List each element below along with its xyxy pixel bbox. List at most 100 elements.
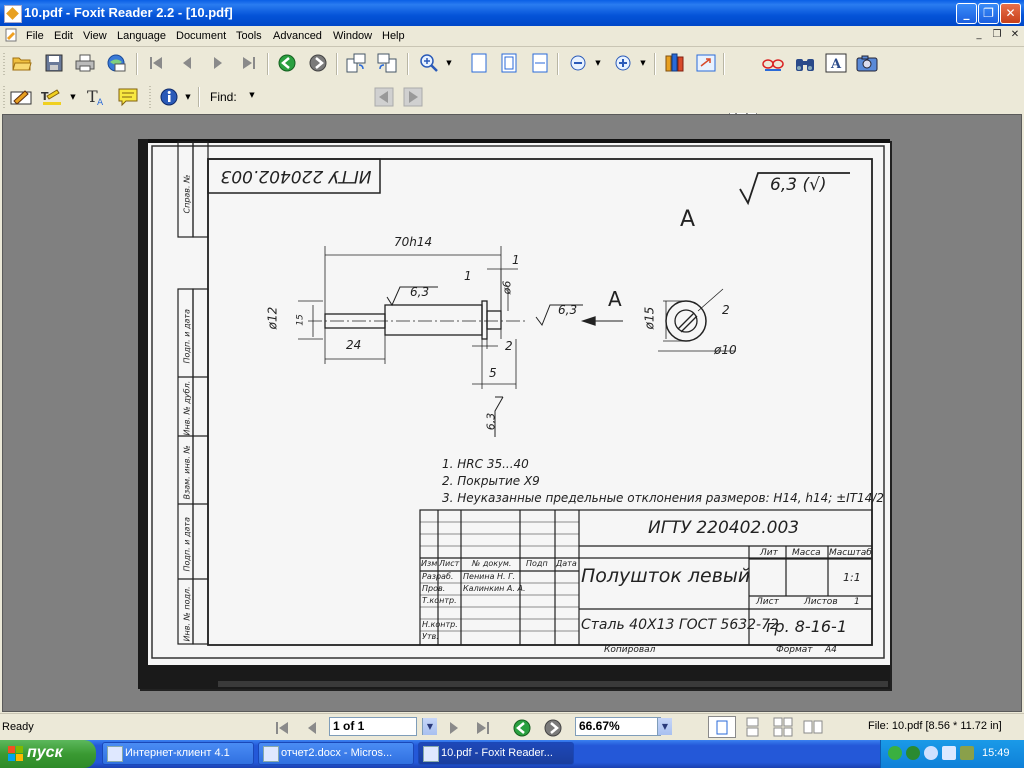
close-button[interactable]: ✕ xyxy=(1000,3,1021,24)
window-title: 10.pdf - Foxit Reader 2.2 - [10.pdf] xyxy=(24,5,233,20)
highlight-icon[interactable]: T xyxy=(41,86,63,108)
find-options-dropdown-icon[interactable]: ▼ xyxy=(248,84,256,106)
first-page-icon[interactable] xyxy=(145,52,167,74)
stamp-code: ИГТУ 220402.003 xyxy=(648,518,800,538)
rotate-right-icon[interactable] xyxy=(376,52,398,74)
note-3: 3. Неуказанные предельные отклонения раз… xyxy=(442,491,884,505)
facing-view-icon[interactable] xyxy=(770,716,796,738)
info-dropdown-icon[interactable]: ▼ xyxy=(184,86,192,108)
back-icon[interactable] xyxy=(276,52,298,74)
print-icon[interactable] xyxy=(74,52,96,74)
dim-2: 2 xyxy=(505,339,513,353)
tray-status-icon[interactable] xyxy=(924,746,938,760)
continuous-view-icon[interactable] xyxy=(740,716,766,738)
zoom-out-circle-icon[interactable] xyxy=(567,52,589,74)
zoom-out-dropdown-icon[interactable]: ▼ xyxy=(594,52,602,74)
actual-size-icon[interactable] xyxy=(468,52,490,74)
zoom-dropdown-icon[interactable]: ▼ xyxy=(445,52,453,74)
page-number-input[interactable]: 1 of 1 xyxy=(329,717,417,736)
side-label-vzam: Взам. инв. № xyxy=(182,445,192,500)
zoom-in-dropdown-icon[interactable]: ▼ xyxy=(639,52,647,74)
highlight-dropdown-icon[interactable]: ▼ xyxy=(69,86,77,108)
stamp-part-name: Полушток левый xyxy=(581,565,751,587)
zoom-in-icon[interactable] xyxy=(418,52,440,74)
binoculars-icon[interactable] xyxy=(794,52,816,74)
menu-advanced[interactable]: Advanced xyxy=(273,28,322,44)
zoom-in-circle-icon[interactable] xyxy=(612,52,634,74)
pdf-page[interactable]: ИГТУ 220402.003 6,3 (√) А 70h14 1 1 ø6 ø… xyxy=(138,139,890,689)
start-label: пуск xyxy=(27,744,63,761)
continuous-facing-view-icon[interactable] xyxy=(800,716,826,738)
menu-help[interactable]: Help xyxy=(382,28,405,44)
foxit-reader-icon xyxy=(423,746,439,762)
status-last-page-icon[interactable] xyxy=(473,718,493,738)
taskbar-item-foxit[interactable]: 10.pdf - Foxit Reader... xyxy=(418,742,574,765)
tray-network-icon[interactable] xyxy=(888,746,902,760)
text-tool-icon[interactable]: TA xyxy=(86,86,108,108)
mdi-close-button[interactable]: ✕ xyxy=(1008,28,1022,42)
note-icon[interactable] xyxy=(117,86,139,108)
menu-file[interactable]: File xyxy=(26,28,44,44)
menu-tools[interactable]: Tools xyxy=(236,28,262,44)
dim-24: 24 xyxy=(346,338,362,352)
menu-view[interactable]: View xyxy=(83,28,107,44)
previous-page-icon[interactable] xyxy=(176,52,198,74)
forward-icon[interactable] xyxy=(307,52,329,74)
info-icon[interactable] xyxy=(158,86,180,108)
start-button[interactable]: пуск xyxy=(0,740,96,768)
dim-5: 5 xyxy=(489,366,497,380)
last-page-icon[interactable] xyxy=(238,52,260,74)
email-icon[interactable] xyxy=(105,52,127,74)
tray-security-icon[interactable] xyxy=(960,746,974,760)
taskbar-item-word[interactable]: отчет2.docx - Micros... xyxy=(258,742,414,765)
menu-document[interactable]: Document xyxy=(176,28,226,44)
single-page-view-icon[interactable] xyxy=(708,716,736,738)
find-next-icon[interactable] xyxy=(402,86,424,108)
select-text-icon[interactable] xyxy=(762,52,784,74)
dim-15: 15 xyxy=(295,314,306,326)
zoom-level-input[interactable]: 66.67% xyxy=(575,717,661,736)
menu-window[interactable]: Window xyxy=(333,28,372,44)
snapshot-icon[interactable] xyxy=(856,52,878,74)
secondary-toolbar: T ▼ TA ▼ Find: ▼ xyxy=(0,81,1024,187)
bookmarks-icon[interactable] xyxy=(664,52,686,74)
menu-language[interactable]: Language xyxy=(117,28,166,44)
page-dropdown-icon[interactable]: ▼ xyxy=(422,718,437,735)
status-back-icon[interactable] xyxy=(512,718,532,738)
status-prev-page-icon[interactable] xyxy=(302,718,322,738)
stamp-razrab: Разраб. xyxy=(422,572,454,581)
note-1: 1. HRC 35...40 xyxy=(442,457,529,471)
app-icon[interactable] xyxy=(4,5,22,23)
pencil-annotate-icon[interactable] xyxy=(10,86,32,108)
tray-volume-icon[interactable] xyxy=(942,746,956,760)
stamp-razrab-name: Пенина Н. Г. xyxy=(463,572,516,581)
full-screen-icon[interactable] xyxy=(695,52,717,74)
zoom-level-dropdown-icon[interactable]: ▼ xyxy=(657,718,672,735)
status-first-page-icon[interactable] xyxy=(272,718,292,738)
side-label-podp-1: Подп. и дата xyxy=(182,309,192,364)
taskbar-item-internet-client[interactable]: Интернет-клиент 4.1 xyxy=(102,742,254,765)
dim-d6: ø6 xyxy=(500,280,514,295)
minimize-button[interactable]: _ xyxy=(956,3,977,24)
stamp-list-label: Лист xyxy=(756,597,779,607)
title-bar[interactable]: 10.pdf - Foxit Reader 2.2 - [10.pdf] _ ❐… xyxy=(0,0,1024,26)
stamp-h-docum: № докум. xyxy=(472,559,512,568)
document-icon[interactable] xyxy=(4,28,18,42)
next-page-icon[interactable] xyxy=(207,52,229,74)
tray-app-icon[interactable] xyxy=(906,746,920,760)
menu-edit[interactable]: Edit xyxy=(54,28,73,44)
fit-page-icon[interactable] xyxy=(498,52,520,74)
maximize-button[interactable]: ❐ xyxy=(978,3,999,24)
typewriter-icon[interactable]: A xyxy=(825,52,847,74)
status-forward-icon[interactable] xyxy=(543,718,563,738)
save-icon[interactable] xyxy=(43,52,65,74)
rough-a-label: 6,3 xyxy=(410,285,430,299)
rotate-left-icon[interactable] xyxy=(345,52,367,74)
side-label-inv-dubl: Инв. № дубл. xyxy=(182,380,192,436)
status-next-page-icon[interactable] xyxy=(444,718,464,738)
mdi-minimize-button[interactable]: _ xyxy=(972,28,986,42)
open-icon[interactable] xyxy=(11,52,33,74)
mdi-restore-button[interactable]: ❐ xyxy=(990,28,1004,42)
fit-width-icon[interactable] xyxy=(529,52,551,74)
find-previous-icon[interactable] xyxy=(373,86,395,108)
